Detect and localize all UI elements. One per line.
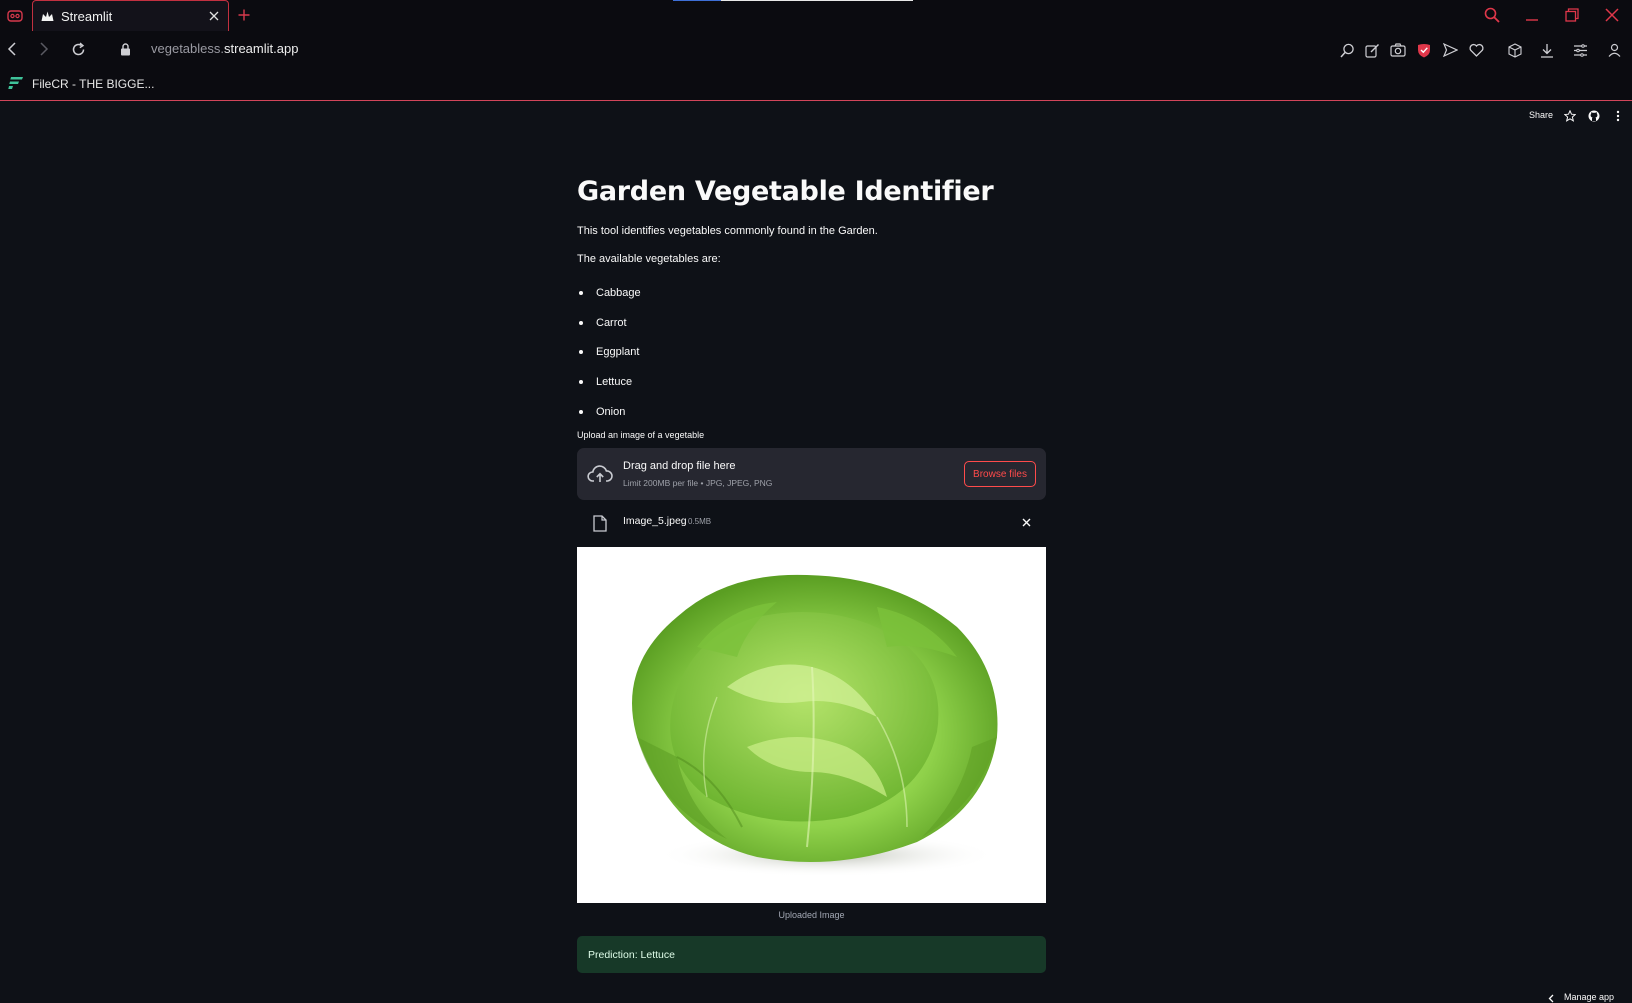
streamlit-app: Share Garden Vegetable Identifier This t… <box>0 102 1632 1003</box>
dropzone-instructions: Drag and drop file here <box>623 460 736 472</box>
intro-text: This tool identifies vegetables commonly… <box>577 225 878 237</box>
list-item: Lettuce <box>577 367 877 397</box>
back-icon[interactable] <box>2 39 22 59</box>
zoom-search-icon[interactable] <box>1337 40 1357 60</box>
uploader-label: Upload an image of a vegetable <box>577 430 705 440</box>
restore-window-icon[interactable] <box>1560 4 1584 26</box>
tab-title: Streamlit <box>61 8 113 24</box>
address-bar: vegetabless.streamlit.app <box>0 31 1632 68</box>
filecr-logo-icon <box>8 75 24 94</box>
profile-icon[interactable] <box>1604 40 1624 60</box>
download-icon[interactable] <box>1537 40 1557 60</box>
url-domain: streamlit.app <box>224 41 299 56</box>
dropzone-limit: Limit 200MB per file • JPG, JPEG, PNG <box>623 478 773 488</box>
lock-icon[interactable] <box>115 39 135 59</box>
bookmarks-bar: FileCR - THE BIGGE... <box>0 68 1632 101</box>
manage-app-button[interactable]: Manage app <box>1548 989 1614 1003</box>
list-item: Onion <box>577 397 877 427</box>
file-size: 0.5MB <box>688 517 712 526</box>
close-window-icon[interactable] <box>1600 4 1624 26</box>
github-icon[interactable] <box>1587 109 1601 123</box>
list-heading: The available vegetables are: <box>577 253 721 265</box>
browser-tab-bar: Streamlit <box>0 0 1632 31</box>
image-caption: Uploaded Image <box>778 910 845 920</box>
close-tab-icon[interactable] <box>206 8 222 24</box>
more-menu-icon[interactable] <box>1611 109 1625 123</box>
prediction-alert: Prediction: Lettuce <box>577 936 1046 973</box>
file-dropzone[interactable]: Drag and drop file here Limit 200MB per … <box>577 448 1046 500</box>
vegetable-list: Cabbage Carrot Eggplant Lettuce Onion <box>577 278 877 427</box>
streamlit-favicon-icon <box>41 7 54 26</box>
share-button[interactable]: Share <box>1529 110 1553 120</box>
url-subdomain: vegetabless. <box>151 41 224 56</box>
camera-icon[interactable] <box>1388 40 1408 60</box>
prediction-text: Prediction: Lettuce <box>588 948 675 961</box>
heart-icon[interactable] <box>1466 40 1486 60</box>
edit-page-icon[interactable] <box>1362 40 1382 60</box>
tab-streamlit[interactable]: Streamlit <box>32 0 229 31</box>
chevron-left-icon <box>1548 988 1554 1003</box>
forward-icon[interactable] <box>34 39 54 59</box>
page-title: Garden Vegetable Identifier <box>577 176 994 207</box>
list-item: Carrot <box>577 308 877 338</box>
bookmark-label: FileCR - THE BIGGE... <box>32 77 155 91</box>
cube-icon[interactable] <box>1505 40 1525 60</box>
page-load-progress <box>673 0 913 1</box>
minimize-window-icon[interactable] <box>1520 4 1544 26</box>
browser-sidebar-icon[interactable] <box>0 0 30 31</box>
url-field[interactable]: vegetabless.streamlit.app <box>151 41 298 56</box>
cloud-upload-icon <box>587 462 613 486</box>
file-name: Image_5.jpeg <box>623 515 687 527</box>
new-tab-icon[interactable] <box>234 5 254 25</box>
list-item: Cabbage <box>577 278 877 308</box>
uploaded-file-row: Image_5.jpeg 0.5MB <box>577 505 1046 539</box>
reload-icon[interactable] <box>68 39 88 59</box>
shield-icon[interactable] <box>1414 40 1434 60</box>
manage-app-label: Manage app <box>1564 992 1615 1002</box>
star-icon[interactable] <box>1563 109 1577 123</box>
send-icon[interactable] <box>1440 40 1460 60</box>
browse-files-button[interactable]: Browse files <box>964 461 1036 487</box>
bookmark-filecr[interactable]: FileCR - THE BIGGE... <box>8 74 154 94</box>
file-icon <box>591 513 609 533</box>
easy-setup-icon[interactable] <box>1570 40 1590 60</box>
remove-file-icon[interactable] <box>1018 514 1034 530</box>
lettuce-image <box>632 574 998 877</box>
uploaded-image <box>577 547 1046 903</box>
search-tabs-icon[interactable] <box>1480 4 1504 26</box>
list-item: Eggplant <box>577 338 877 368</box>
